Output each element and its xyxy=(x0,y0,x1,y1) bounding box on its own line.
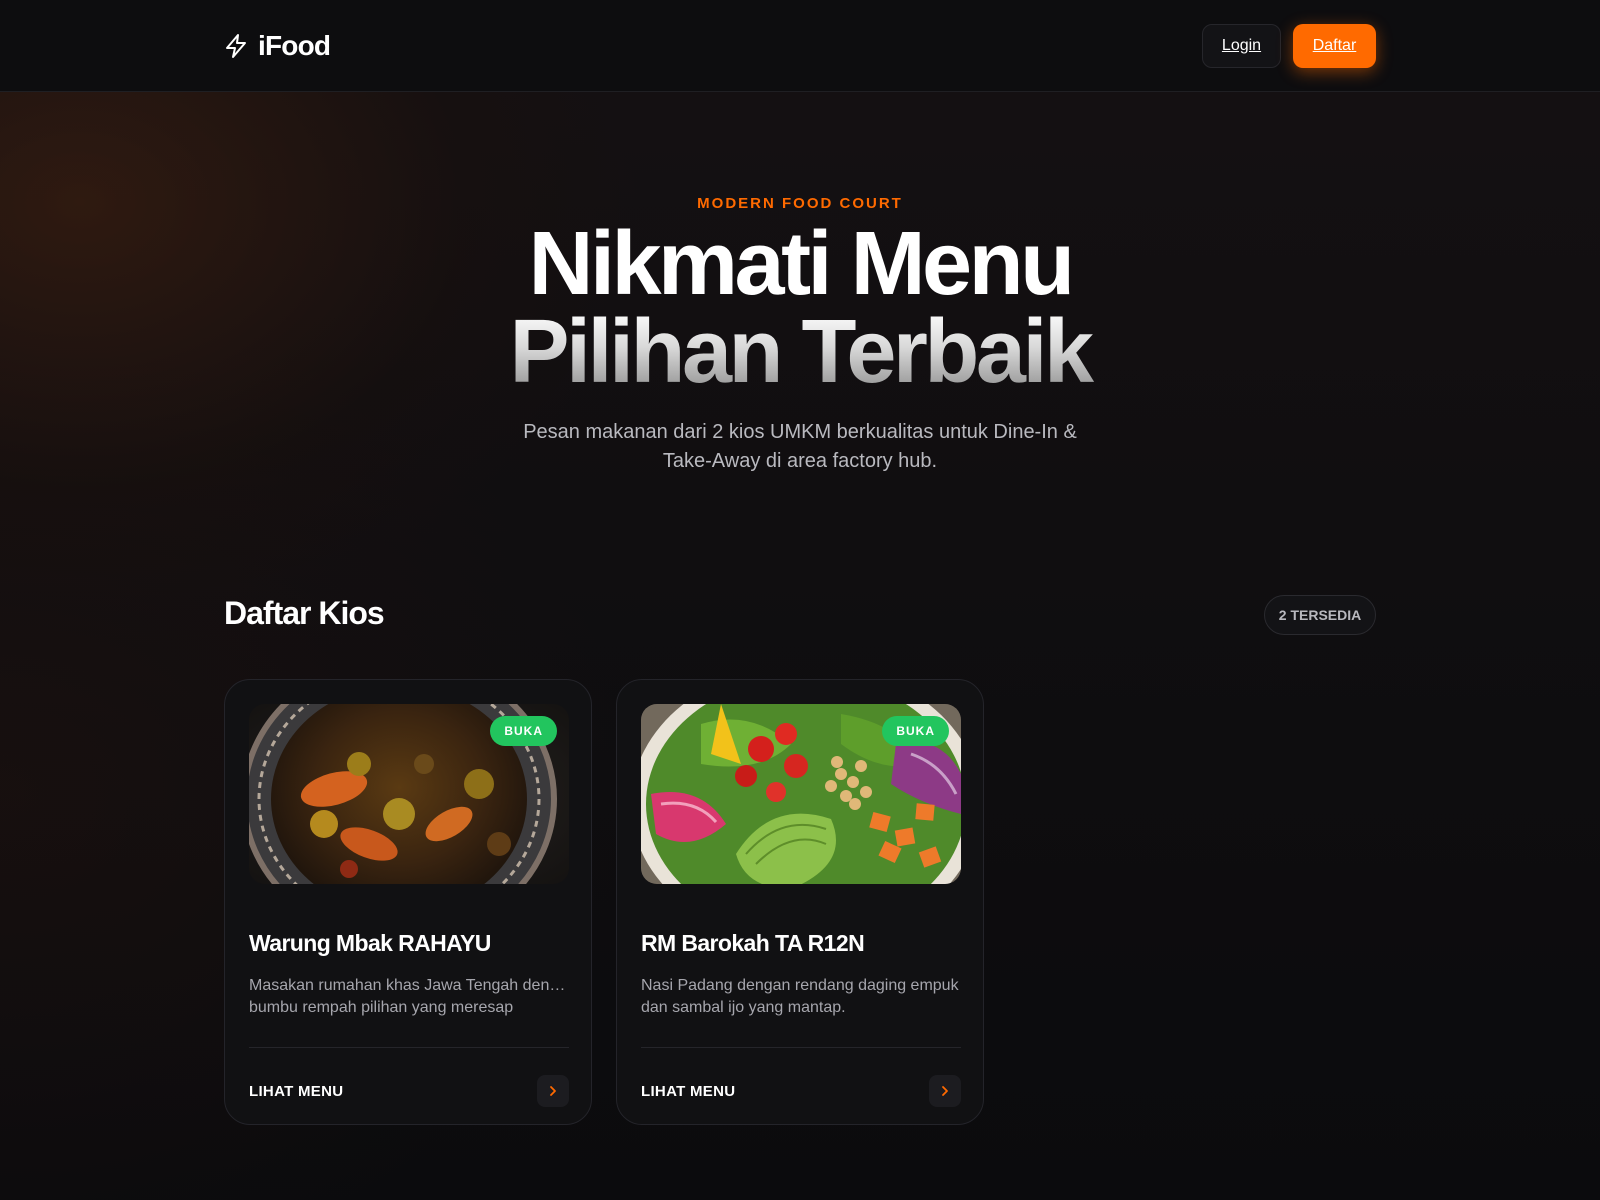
kiosk-section-title: Daftar Kios xyxy=(224,595,385,631)
view-menu-link[interactable]: LIHAT MENU xyxy=(641,1075,735,1107)
card-divider xyxy=(641,1047,961,1048)
kiosk-description-line2: dan sambal ijo yang mantap. xyxy=(641,999,846,1016)
kiosk-description: Nasi Padang dengan rendang daging empuk … xyxy=(641,975,961,1019)
kiosk-count-badge: 2 TERSEDIA xyxy=(1264,595,1376,635)
salad-bowl-photo: BUKA xyxy=(641,704,961,884)
kiosk-card[interactable]: BUKA Warung Mbak RAHAYU Masakan rumahan … xyxy=(224,679,592,1125)
hero-subtitle: Pesan makanan dari 2 kios UMKM berkualit… xyxy=(523,421,1077,472)
brand-name: iFood xyxy=(258,30,331,61)
stew-bowl-photo: BUKA xyxy=(249,704,569,884)
kiosk-description-line1: Nasi Padang dengan rendang daging empuk xyxy=(641,977,959,994)
chevron-right-icon xyxy=(942,1086,948,1096)
brand-logo[interactable]: iFood xyxy=(224,28,331,64)
kiosk-name: RM Barokah TA R12N xyxy=(641,930,865,956)
status-badge: BUKA xyxy=(490,716,557,746)
kiosk-description-line1: Masakan rumahan khas Jawa Tengah dengan xyxy=(249,977,569,994)
view-menu-link[interactable]: LIHAT MENU xyxy=(249,1075,343,1107)
hero-headline-line1: Nikmati Menu xyxy=(528,214,1075,314)
kiosk-description: Masakan rumahan khas Jawa Tengah dengan … xyxy=(249,975,569,1019)
kiosk-card[interactable]: BUKA RM Barokah TA R12N Nasi Padang deng… xyxy=(616,679,984,1125)
register-button[interactable]: Daftar xyxy=(1293,24,1376,68)
hero-headline-line2: Pilihan Terbaik xyxy=(0,307,1600,397)
card-divider xyxy=(249,1047,569,1048)
kiosk-name: Warung Mbak RAHAYU xyxy=(249,930,491,956)
chevron-right-icon xyxy=(550,1086,556,1096)
lightning-icon xyxy=(226,34,246,58)
navbar: iFood Login Daftar xyxy=(0,0,1600,92)
hero-section: MODERN FOOD COURT Nikmati Menu Pilihan T… xyxy=(0,190,1600,476)
view-menu-arrow-button[interactable] xyxy=(929,1075,961,1107)
view-menu-arrow-button[interactable] xyxy=(537,1075,569,1107)
hero-headline: Nikmati Menu Pilihan Terbaik xyxy=(0,214,1600,397)
login-button[interactable]: Login xyxy=(1202,24,1281,68)
hero-eyebrow: MODERN FOOD COURT xyxy=(697,195,903,212)
status-badge: BUKA xyxy=(882,716,949,746)
kiosk-description-line2: bumbu rempah pilihan yang meresap xyxy=(249,999,514,1016)
